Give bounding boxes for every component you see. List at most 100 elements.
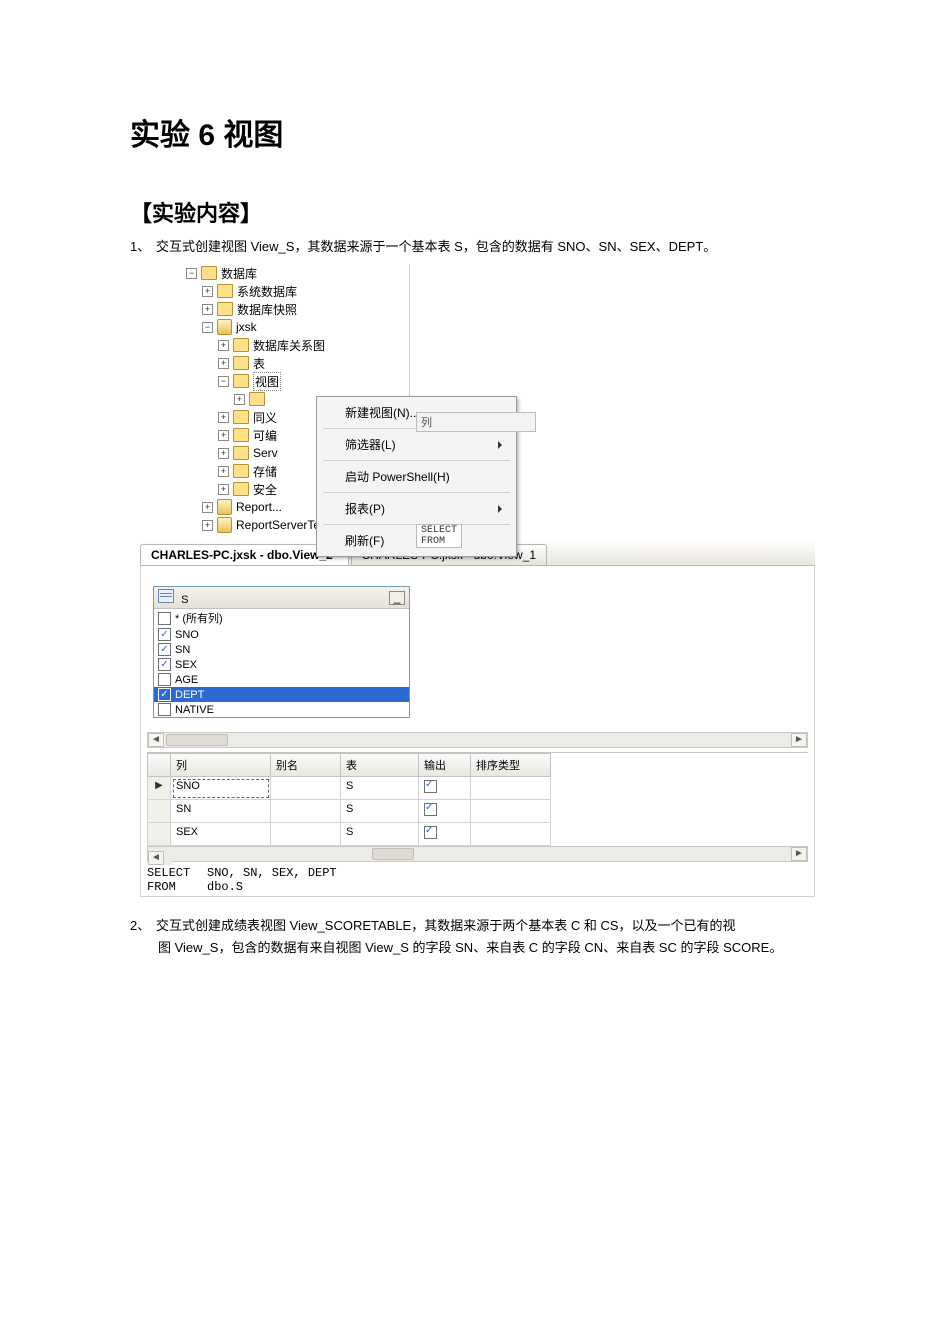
tree-node-diagrams[interactable]: 数据库关系图 — [186, 336, 409, 354]
row-selector[interactable] — [147, 823, 171, 846]
expand-icon[interactable] — [234, 394, 245, 405]
col-row-dept-selected[interactable]: DEPT — [154, 687, 409, 702]
row-selector[interactable] — [147, 800, 171, 823]
checkbox-checked[interactable] — [158, 658, 171, 671]
tree-node-snapshots[interactable]: 数据库快照 — [186, 300, 409, 318]
expand-icon[interactable] — [218, 358, 229, 369]
folder-icon — [201, 266, 217, 280]
tree-label: jxsk — [236, 320, 257, 334]
expand-icon[interactable] — [218, 340, 229, 351]
tree-node-system-databases[interactable]: 系统数据库 — [186, 282, 409, 300]
cell-col[interactable]: SNO — [171, 777, 271, 800]
folder-icon — [233, 374, 249, 388]
expand-icon[interactable] — [218, 412, 229, 423]
checkbox[interactable] — [158, 703, 171, 716]
collapse-icon[interactable] — [218, 376, 229, 387]
scroll-left-icon[interactable]: ◄ — [148, 851, 164, 865]
grid-header-output: 输出 — [419, 753, 471, 777]
sql-kw-from: FROM — [147, 880, 207, 894]
designer-sql-stub: SELECT FROM — [416, 524, 462, 548]
tree-label: 存储 — [253, 463, 277, 480]
tree-label: 系统数据库 — [237, 283, 297, 300]
grid-row[interactable]: ▶ SNO S — [147, 777, 808, 800]
col-row-sno[interactable]: SNO — [154, 627, 409, 642]
col-label: DEPT — [175, 689, 204, 701]
expand-icon[interactable] — [202, 304, 213, 315]
menu-filter[interactable]: 筛选器(L) — [319, 432, 514, 457]
diagram-hscrollbar[interactable]: ◄ ► — [147, 732, 808, 748]
row-pointer-icon: ▶ — [147, 777, 171, 800]
table-icon — [158, 589, 174, 603]
tree-node-tables[interactable]: 表 — [186, 354, 409, 372]
cell-alias[interactable] — [271, 823, 341, 846]
grid-header-sort: 排序类型 — [471, 753, 551, 777]
tree-label: 数据库快照 — [237, 301, 297, 318]
sql-keyword: SELECT — [421, 525, 457, 536]
table-title: S — [181, 594, 188, 606]
expand-icon[interactable] — [218, 430, 229, 441]
expand-icon[interactable] — [202, 520, 213, 531]
checkbox-checked[interactable] — [158, 643, 171, 656]
col-label: NATIVE — [175, 704, 214, 716]
cell-alias[interactable] — [271, 777, 341, 800]
menu-separator — [323, 460, 510, 461]
page-title: 实验 6 视图 — [130, 110, 815, 154]
col-row-sex[interactable]: SEX — [154, 657, 409, 672]
sql-kw-select: SELECT — [147, 866, 207, 880]
scroll-thumb[interactable] — [372, 848, 414, 860]
expand-icon[interactable] — [218, 448, 229, 459]
col-label: SNO — [175, 629, 199, 641]
menu-powershell[interactable]: 启动 PowerShell(H) — [319, 464, 514, 489]
tree-node-views[interactable]: 视图 — [186, 372, 409, 390]
cell-sort[interactable] — [471, 800, 551, 823]
folder-icon — [233, 428, 249, 442]
scroll-thumb[interactable] — [166, 734, 228, 746]
q2-text-line2: 图 View_S，包含的数据有来自视图 View_S 的字段 SN、来自表 C … — [130, 937, 782, 959]
cell-output[interactable] — [419, 777, 471, 800]
grid-hscrollbar[interactable]: ◄ ► — [147, 846, 808, 862]
checkbox[interactable] — [158, 612, 171, 625]
grid-row[interactable]: SN S — [147, 800, 808, 823]
collapse-icon[interactable] — [202, 322, 213, 333]
sql-from-table: dbo.S — [207, 880, 243, 894]
scroll-right-icon[interactable]: ► — [791, 847, 807, 861]
tree-label: 安全 — [253, 481, 277, 498]
minimize-button[interactable]: _ — [389, 591, 405, 605]
checkbox-checked[interactable] — [424, 826, 437, 839]
folder-icon — [217, 284, 233, 298]
tree-label-selected: 视图 — [253, 372, 281, 391]
collapse-icon[interactable] — [186, 268, 197, 279]
tree-node-databases[interactable]: 数据库 — [186, 264, 409, 282]
cell-output[interactable] — [419, 823, 471, 846]
expand-icon[interactable] — [202, 502, 213, 513]
cell-table[interactable]: S — [341, 777, 419, 800]
scroll-left-icon[interactable]: ◄ — [148, 733, 164, 747]
expand-icon[interactable] — [218, 484, 229, 495]
tree-node-jxsk[interactable]: jxsk — [186, 318, 409, 336]
menu-report[interactable]: 报表(P) — [319, 496, 514, 521]
checkbox-checked[interactable] — [424, 780, 437, 793]
sql-pane[interactable]: SELECTSNO, SN, SEX, DEPT FROMdbo.S — [147, 866, 808, 894]
question-1: 1、交互式创建视图 View_S，其数据来源于一个基本表 S，包含的数据有 SN… — [130, 236, 815, 258]
grid-row[interactable]: SEX S — [147, 823, 808, 846]
cell-col[interactable]: SEX — [171, 823, 271, 846]
cell-alias[interactable] — [271, 800, 341, 823]
checkbox-checked[interactable] — [158, 628, 171, 641]
scroll-right-icon[interactable]: ► — [791, 733, 807, 747]
checkbox[interactable] — [158, 673, 171, 686]
col-row-age[interactable]: AGE — [154, 672, 409, 687]
tree-label: 数据库 — [221, 265, 257, 282]
col-row-all[interactable]: * (所有列) — [154, 609, 409, 627]
expand-icon[interactable] — [218, 466, 229, 477]
cell-output[interactable] — [419, 800, 471, 823]
expand-icon[interactable] — [202, 286, 213, 297]
cell-table[interactable]: S — [341, 823, 419, 846]
cell-table[interactable]: S — [341, 800, 419, 823]
cell-col[interactable]: SN — [171, 800, 271, 823]
col-row-native[interactable]: NATIVE — [154, 702, 409, 717]
checkbox-checked[interactable] — [424, 803, 437, 816]
cell-sort[interactable] — [471, 777, 551, 800]
col-row-sn[interactable]: SN — [154, 642, 409, 657]
cell-sort[interactable] — [471, 823, 551, 846]
checkbox-checked[interactable] — [158, 688, 171, 701]
